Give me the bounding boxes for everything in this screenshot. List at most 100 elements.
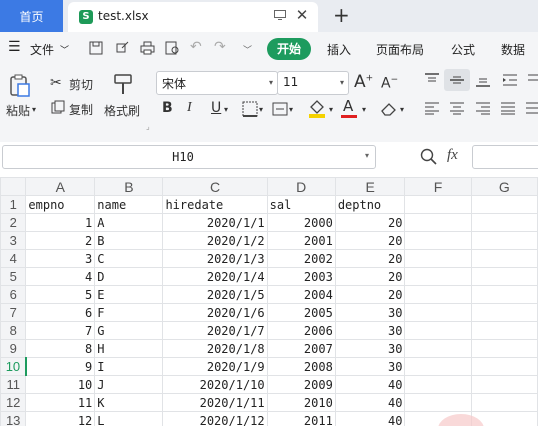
cell[interactable]: 2008 xyxy=(266,357,336,376)
format-painter-icon[interactable] xyxy=(112,72,134,96)
cell[interactable] xyxy=(470,357,538,376)
cell[interactable]: 2003 xyxy=(266,267,336,286)
hamburger-icon[interactable]: ☰ xyxy=(8,39,21,55)
font-size-select[interactable]: 11 ▾ xyxy=(277,71,349,95)
underline-dropdown-icon[interactable]: ▾ xyxy=(224,105,228,114)
cell[interactable] xyxy=(404,231,472,250)
cell[interactable]: 20 xyxy=(334,213,406,232)
cell[interactable] xyxy=(470,231,538,250)
cell[interactable]: 5 xyxy=(25,285,96,304)
cell[interactable] xyxy=(470,285,538,304)
cell[interactable]: 30 xyxy=(334,321,406,340)
cell[interactable]: 2020/1/12 xyxy=(162,411,268,426)
cell[interactable] xyxy=(404,213,472,232)
menu-insert[interactable]: 插入 xyxy=(327,41,351,58)
cell[interactable]: 1 xyxy=(25,213,96,232)
cell[interactable]: K xyxy=(94,393,164,412)
font-color-icon[interactable]: A xyxy=(343,97,353,115)
copy-label[interactable]: 复制 xyxy=(69,101,93,118)
cell[interactable] xyxy=(404,375,472,394)
row-header[interactable]: 5 xyxy=(0,267,27,286)
cell[interactable] xyxy=(404,303,472,322)
row-header[interactable]: 8 xyxy=(0,321,27,340)
cell[interactable]: 30 xyxy=(334,303,406,322)
menu-page-layout[interactable]: 页面布局 xyxy=(376,41,424,58)
row-header[interactable]: 9 xyxy=(0,339,27,358)
eraser-icon[interactable] xyxy=(380,101,398,117)
menu-file[interactable]: 文件 xyxy=(30,41,54,58)
cell[interactable] xyxy=(470,213,538,232)
fill-color-icon[interactable] xyxy=(308,98,326,118)
cell[interactable]: 2020/1/7 xyxy=(162,321,268,340)
column-header[interactable]: G xyxy=(470,177,538,196)
cell[interactable] xyxy=(470,249,538,268)
cell[interactable]: 2004 xyxy=(266,285,336,304)
paste-dropdown-icon[interactable]: ▾ xyxy=(32,105,36,114)
cell[interactable]: 40 xyxy=(334,411,406,426)
distribute-icon[interactable] xyxy=(525,101,538,115)
cell[interactable]: 2000 xyxy=(266,213,336,232)
cut-icon[interactable]: ✂ xyxy=(50,75,62,91)
cell[interactable]: 2020/1/4 xyxy=(162,267,268,286)
cell[interactable]: 2010 xyxy=(266,393,336,412)
row-header[interactable]: 11 xyxy=(0,375,27,394)
bold-button[interactable]: B xyxy=(162,100,173,116)
save-icon[interactable] xyxy=(89,41,103,55)
cell[interactable]: 2020/1/1 xyxy=(162,213,268,232)
cell[interactable]: 2020/1/2 xyxy=(162,231,268,250)
window-icon[interactable] xyxy=(274,10,286,20)
cell[interactable]: 2001 xyxy=(266,231,336,250)
cell[interactable]: 2005 xyxy=(266,303,336,322)
increase-font-icon[interactable]: A+ xyxy=(354,72,373,92)
column-header[interactable]: B xyxy=(94,177,164,196)
cell[interactable]: 20 xyxy=(334,267,406,286)
tab-home[interactable]: 首页 xyxy=(0,0,63,32)
cell[interactable]: 10 xyxy=(25,375,96,394)
row-header[interactable]: 2 xyxy=(0,213,27,232)
cell[interactable]: B xyxy=(94,231,164,250)
cell[interactable]: E xyxy=(94,285,164,304)
zoom-formula-icon[interactable] xyxy=(420,148,437,165)
cell[interactable]: deptno xyxy=(334,195,406,214)
cell[interactable]: 2020/1/8 xyxy=(162,339,268,358)
cell[interactable] xyxy=(404,357,472,376)
cell[interactable] xyxy=(470,267,538,286)
align-center-icon[interactable] xyxy=(449,101,465,115)
merge-dropdown-icon[interactable]: ▾ xyxy=(289,105,293,114)
cell[interactable]: 2020/1/9 xyxy=(162,357,268,376)
eraser-dropdown-icon[interactable]: ▾ xyxy=(400,105,404,114)
cell[interactable]: 2 xyxy=(25,231,96,250)
cell[interactable]: empno xyxy=(25,195,96,214)
cell[interactable] xyxy=(470,339,538,358)
cell[interactable]: 2006 xyxy=(266,321,336,340)
tab-file[interactable]: S test.xlsx ✕ xyxy=(68,2,318,32)
chevron-down-icon[interactable]: ﹀ xyxy=(60,43,69,56)
row-header[interactable]: 4 xyxy=(0,249,27,268)
cell[interactable] xyxy=(404,267,472,286)
close-icon[interactable]: ✕ xyxy=(294,7,310,23)
justify-icon[interactable] xyxy=(500,101,516,115)
row-header[interactable]: 1 xyxy=(0,195,27,214)
cell[interactable]: 3 xyxy=(25,249,96,268)
menu-data[interactable]: 数据 xyxy=(501,41,525,58)
cell[interactable] xyxy=(470,303,538,322)
cell[interactable]: 2020/1/10 xyxy=(162,375,268,394)
formula-input[interactable] xyxy=(472,145,538,169)
cell[interactable]: 2020/1/5 xyxy=(162,285,268,304)
row-header[interactable]: 13 xyxy=(0,411,27,426)
row-header[interactable]: 7 xyxy=(0,303,27,322)
column-header[interactable]: E xyxy=(334,177,406,196)
undo-icon[interactable]: ↶ xyxy=(190,39,202,55)
row-header[interactable]: 3 xyxy=(0,231,27,250)
column-header[interactable]: D xyxy=(266,177,336,196)
cell[interactable]: name xyxy=(94,195,164,214)
underline-button[interactable]: U xyxy=(211,100,221,116)
menu-home[interactable]: 开始 xyxy=(267,38,311,60)
align-right-icon[interactable] xyxy=(475,101,491,115)
cell[interactable] xyxy=(470,321,538,340)
cell[interactable] xyxy=(404,321,472,340)
italic-button[interactable]: I xyxy=(187,100,192,116)
quick-access-chevron-icon[interactable]: ﹀ xyxy=(243,43,252,56)
row-header[interactable]: 6 xyxy=(0,285,27,304)
format-painter-label[interactable]: 格式刷 xyxy=(104,102,140,119)
